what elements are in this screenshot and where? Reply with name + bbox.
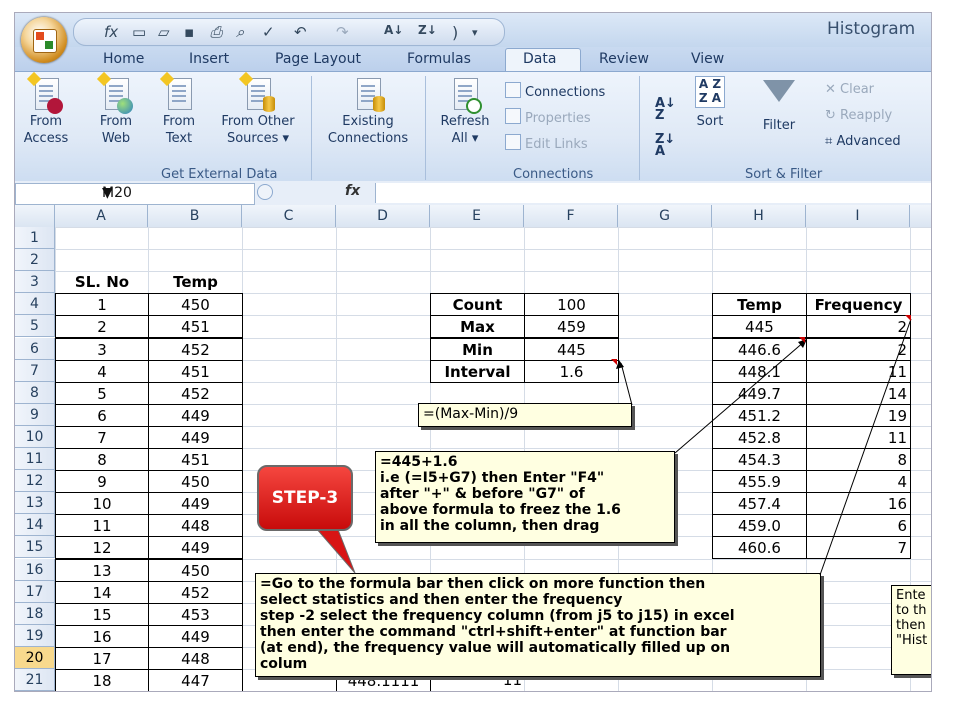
callout-tail: [313, 526, 356, 574]
office-button[interactable]: [21, 17, 67, 63]
office-logo-icon: [33, 29, 57, 53]
step-callout-tail: [313, 526, 356, 574]
grid-line: [55, 691, 931, 692]
step-3-callout: STEP-3: [257, 465, 353, 531]
excel-window: fx ▭ ▱ ▪ ⎙ ⌕ ✓ ↶ ↷ A↓ Z↓ ) ▾ Histogram H…: [14, 12, 932, 692]
